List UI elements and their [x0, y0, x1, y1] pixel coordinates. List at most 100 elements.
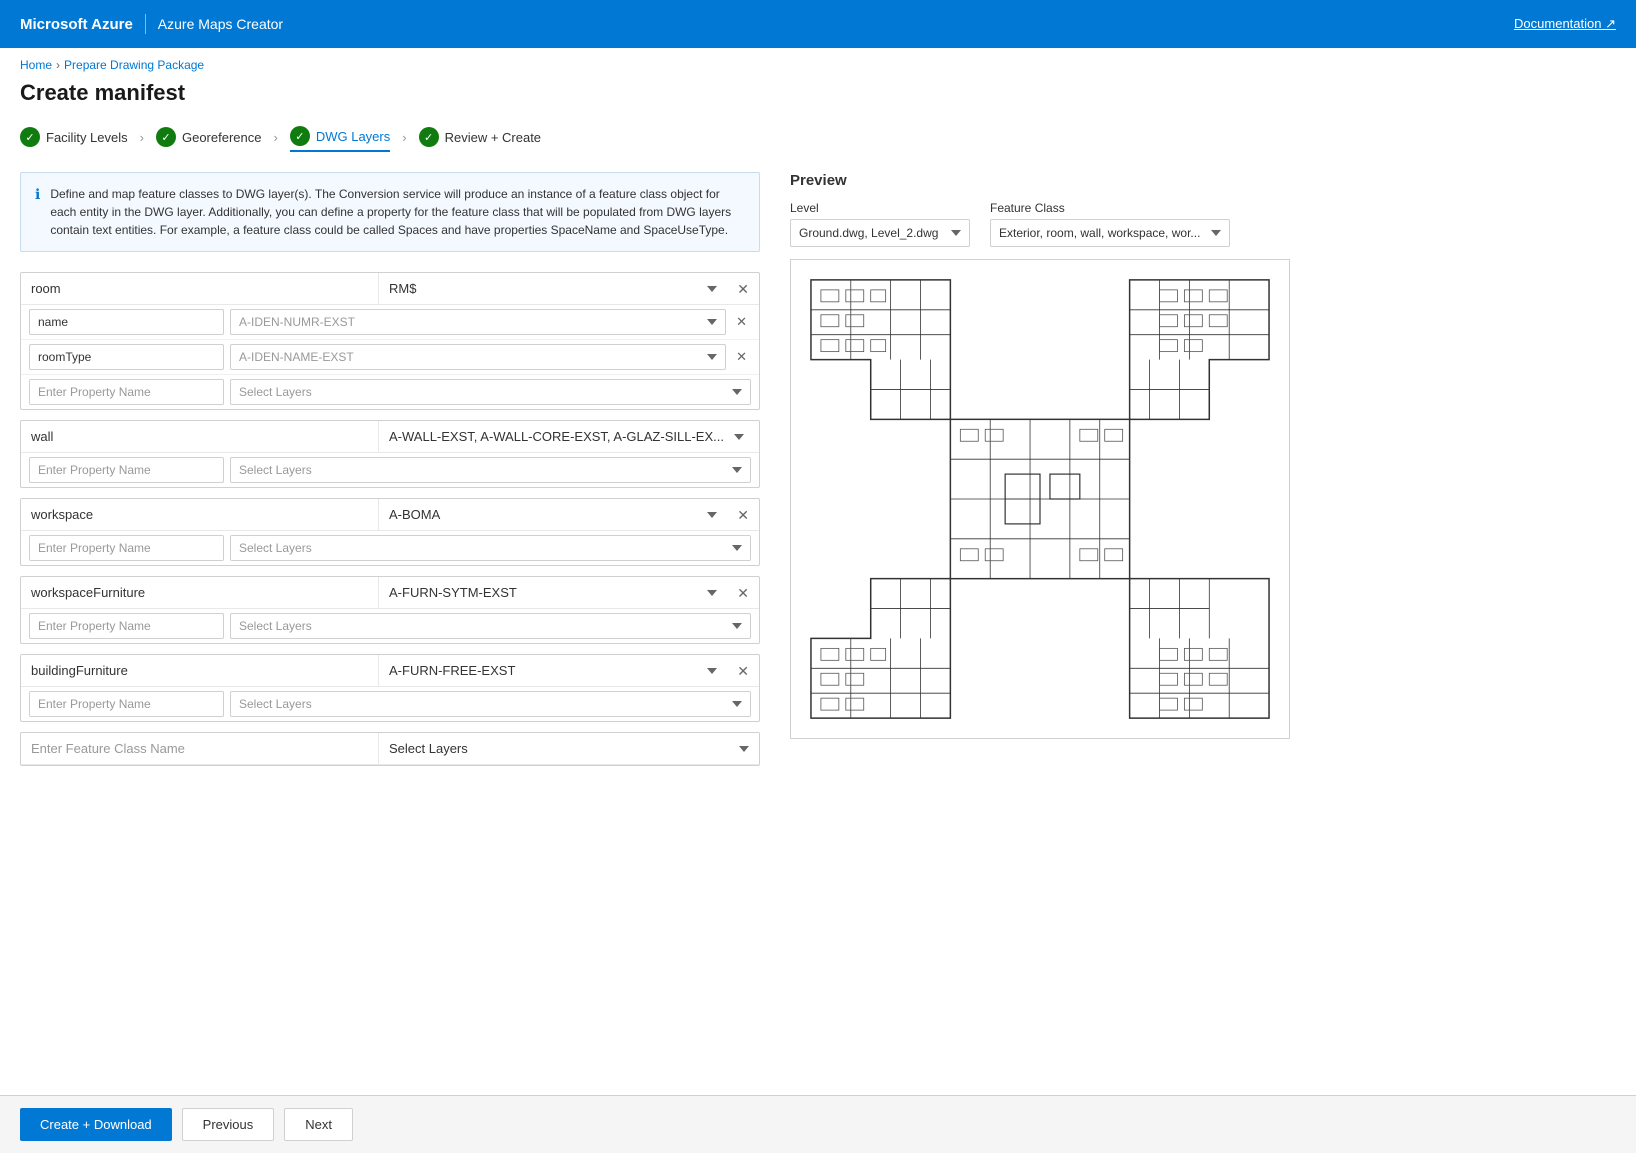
prop-layers-select-room-new[interactable]: Select Layers: [230, 379, 751, 405]
level-select[interactable]: Ground.dwg, Level_2.dwg: [790, 219, 970, 247]
prop-layers-select-workspace-new[interactable]: Select Layers: [230, 535, 751, 561]
step-label-geo: Georeference: [182, 130, 262, 145]
breadcrumb-current[interactable]: Prepare Drawing Package: [64, 58, 204, 72]
prop-name-input-room-new[interactable]: [29, 379, 224, 405]
fc-name-input-new[interactable]: [21, 733, 379, 764]
wizard-step-dwg-layers[interactable]: ✓ DWG Layers: [290, 122, 390, 152]
next-button[interactable]: Next: [284, 1108, 353, 1141]
fc-name-input-bf[interactable]: [21, 655, 379, 686]
header-divider: [145, 14, 146, 34]
feature-class-select[interactable]: Exterior, room, wall, workspace, wor...: [990, 219, 1230, 247]
wizard-sep-3: ›: [398, 130, 410, 145]
feature-class-label: Feature Class: [990, 201, 1230, 215]
preview-controls: Level Ground.dwg, Level_2.dwg Feature Cl…: [790, 201, 1616, 247]
preview-title: Preview: [790, 172, 1616, 189]
wizard-sep-2: ›: [269, 130, 281, 145]
prop-row-room-name: A-IDEN-NUMR-EXST ✕: [21, 305, 759, 340]
info-box: ℹ Define and map feature classes to DWG …: [20, 172, 760, 252]
prop-name-input-room-name[interactable]: [29, 309, 224, 335]
prop-name-input-bf-new[interactable]: [29, 691, 224, 717]
fc-close-workspace[interactable]: ✕: [727, 500, 759, 530]
page-title: Create manifest: [0, 76, 1636, 122]
fc-close-wf[interactable]: ✕: [727, 578, 759, 608]
floor-plan-svg: [791, 260, 1289, 738]
prop-layers-select-wall-new[interactable]: Select Layers: [230, 457, 751, 483]
info-text: Define and map feature classes to DWG la…: [50, 185, 745, 239]
breadcrumb-separator: ›: [56, 58, 60, 72]
prop-layers-select-bf-new[interactable]: Select Layers: [230, 691, 751, 717]
fc-top-row-wall: A-WALL-EXST, A-WALL-CORE-EXST, A-GLAZ-SI…: [21, 421, 759, 453]
wizard-steps: ✓ Facility Levels › ✓ Georeference › ✓ D…: [0, 122, 1636, 172]
fc-close-room[interactable]: ✕: [727, 274, 759, 304]
left-panel: ℹ Define and map feature classes to DWG …: [20, 172, 760, 1125]
step-label-facility: Facility Levels: [46, 130, 128, 145]
feature-class-workspacefurniture: A-FURN-SYTM-EXST ✕ Select Layers: [20, 576, 760, 644]
feature-class-control: Feature Class Exterior, room, wall, work…: [990, 201, 1230, 247]
fc-name-input-room[interactable]: [21, 273, 379, 304]
fc-layers-select-workspace[interactable]: A-BOMA: [379, 499, 727, 530]
step-check-facility: ✓: [20, 127, 40, 147]
floor-plan-preview: [790, 259, 1290, 739]
step-check-geo: ✓: [156, 127, 176, 147]
fc-top-row-wf: A-FURN-SYTM-EXST ✕: [21, 577, 759, 609]
documentation-link[interactable]: Documentation ↗: [1514, 16, 1616, 32]
breadcrumb-home[interactable]: Home: [20, 58, 52, 72]
fc-layers-select-wf[interactable]: A-FURN-SYTM-EXST: [379, 577, 727, 608]
step-label-dwg: DWG Layers: [316, 129, 390, 144]
header-left: Microsoft Azure Azure Maps Creator: [20, 14, 283, 34]
prop-row-room-type: A-IDEN-NAME-EXST ✕: [21, 340, 759, 375]
step-check-review: ✓: [419, 127, 439, 147]
right-panel: Preview Level Ground.dwg, Level_2.dwg Fe…: [790, 172, 1616, 1125]
breadcrumb: Home › Prepare Drawing Package: [0, 48, 1636, 76]
prop-row-workspace-new: Select Layers: [21, 531, 759, 565]
prop-row-wall-new: Select Layers: [21, 453, 759, 487]
level-label: Level: [790, 201, 970, 215]
footer: Create + Download Previous Next: [0, 1095, 1636, 1153]
level-control: Level Ground.dwg, Level_2.dwg: [790, 201, 970, 247]
feature-class-room: RM$ ✕ A-IDEN-NUMR-EXST ✕ A-IDEN-NAME-EXS…: [20, 272, 760, 410]
fc-name-input-workspace[interactable]: [21, 499, 379, 530]
step-label-review: Review + Create: [445, 130, 541, 145]
prop-row-bf-new: Select Layers: [21, 687, 759, 721]
wizard-step-georeference[interactable]: ✓ Georeference: [156, 123, 262, 151]
prop-close-room-type[interactable]: ✕: [732, 345, 751, 369]
prop-layers-select-wf-new[interactable]: Select Layers: [230, 613, 751, 639]
feature-class-workspace: A-BOMA ✕ Select Layers: [20, 498, 760, 566]
fc-top-row-workspace: A-BOMA ✕: [21, 499, 759, 531]
main-layout: ℹ Define and map feature classes to DWG …: [0, 172, 1636, 1125]
prop-layers-select-room-name[interactable]: A-IDEN-NUMR-EXST: [230, 309, 726, 335]
fc-layers-select-wall[interactable]: A-WALL-EXST, A-WALL-CORE-EXST, A-GLAZ-SI…: [379, 421, 754, 452]
prop-name-input-wf-new[interactable]: [29, 613, 224, 639]
prop-layers-select-room-type[interactable]: A-IDEN-NAME-EXST: [230, 344, 726, 370]
prop-name-input-workspace-new[interactable]: [29, 535, 224, 561]
create-download-button[interactable]: Create + Download: [20, 1108, 172, 1141]
feature-class-wall: A-WALL-EXST, A-WALL-CORE-EXST, A-GLAZ-SI…: [20, 420, 760, 488]
prop-row-room-new: Select Layers: [21, 375, 759, 409]
fc-layers-select-bf[interactable]: A-FURN-FREE-EXST: [379, 655, 727, 686]
prop-row-wf-new: Select Layers: [21, 609, 759, 643]
prop-name-input-wall-new[interactable]: [29, 457, 224, 483]
fc-top-row-new: Select Layers: [21, 733, 759, 765]
info-icon: ℹ: [35, 186, 40, 239]
fc-top-row-bf: A-FURN-FREE-EXST ✕: [21, 655, 759, 687]
step-check-dwg: ✓: [290, 126, 310, 146]
brand-name: Microsoft Azure: [20, 16, 133, 33]
fc-close-bf[interactable]: ✕: [727, 656, 759, 686]
app-name: Azure Maps Creator: [158, 16, 283, 32]
fc-name-input-wall[interactable]: [21, 421, 379, 452]
wizard-sep-1: ›: [136, 130, 148, 145]
wizard-step-review[interactable]: ✓ Review + Create: [419, 123, 541, 151]
fc-layers-select-new[interactable]: Select Layers: [379, 733, 759, 764]
app-header: Microsoft Azure Azure Maps Creator Docum…: [0, 0, 1636, 48]
fc-top-row-room: RM$ ✕: [21, 273, 759, 305]
feature-class-buildingfurniture: A-FURN-FREE-EXST ✕ Select Layers: [20, 654, 760, 722]
fc-close-wall[interactable]: ✕: [754, 422, 760, 452]
fc-layers-select-room[interactable]: RM$: [379, 273, 727, 304]
prop-close-room-name[interactable]: ✕: [732, 310, 751, 334]
feature-class-new: Select Layers: [20, 732, 760, 766]
fc-name-input-wf[interactable]: [21, 577, 379, 608]
wizard-step-facility-levels[interactable]: ✓ Facility Levels: [20, 123, 128, 151]
prop-name-input-room-type[interactable]: [29, 344, 224, 370]
feature-classes-list: RM$ ✕ A-IDEN-NUMR-EXST ✕ A-IDEN-NAME-EXS…: [20, 272, 760, 836]
previous-button[interactable]: Previous: [182, 1108, 275, 1141]
